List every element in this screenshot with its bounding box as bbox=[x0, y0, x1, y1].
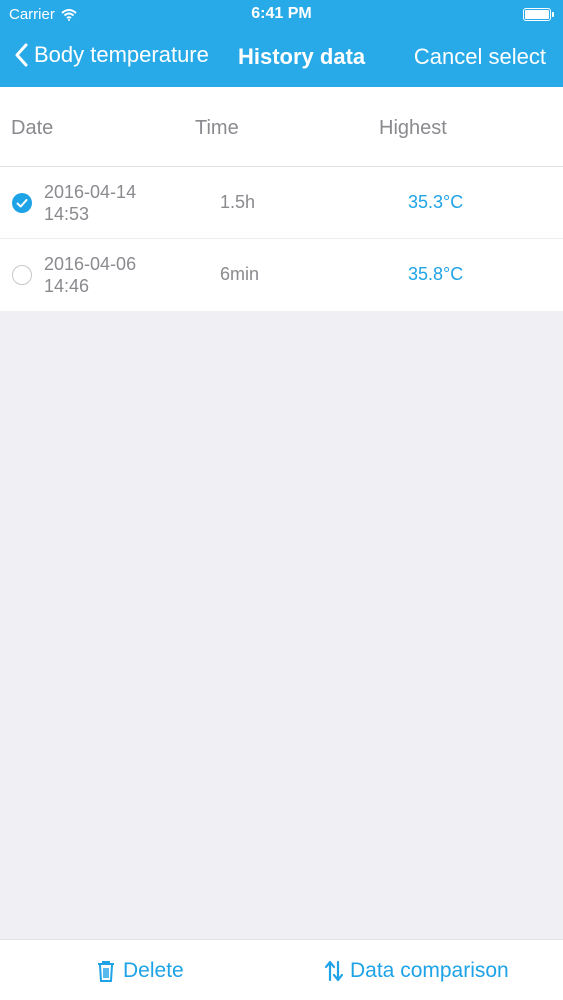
table-row[interactable]: 2016-04-06 14:46 6min 35.8°C bbox=[0, 239, 563, 311]
row-datetime: 2016-04-14 14:53 bbox=[44, 181, 136, 225]
row-highest: 35.8°C bbox=[408, 264, 464, 284]
checkbox-unchecked-icon[interactable] bbox=[12, 265, 32, 285]
cancel-select-button[interactable]: Cancel select bbox=[414, 44, 546, 70]
trash-icon bbox=[98, 961, 114, 982]
status-bar: Carrier 6:41 PM bbox=[0, 0, 563, 28]
chevron-left-icon bbox=[15, 43, 28, 67]
table-row[interactable]: 2016-04-14 14:53 1.5h 35.3°C bbox=[0, 167, 563, 239]
data-comparison-label: Data comparison bbox=[350, 959, 509, 982]
page-title: History data bbox=[238, 44, 366, 69]
checkbox-checked-icon[interactable] bbox=[12, 193, 32, 213]
back-button[interactable]: Body temperature bbox=[14, 42, 209, 68]
checkmark-icon bbox=[16, 199, 28, 208]
data-comparison-button[interactable]: Data comparison bbox=[325, 959, 509, 983]
header-highest: Highest bbox=[379, 117, 447, 139]
row-clock: 14:53 bbox=[44, 204, 90, 224]
back-label: Body temperature bbox=[34, 42, 209, 67]
header-date: Date bbox=[11, 117, 54, 139]
row-duration: 1.5h bbox=[220, 192, 256, 212]
history-table: Date Time Highest 2016-04-14 14:53 1.5h … bbox=[0, 87, 563, 311]
status-time: 6:41 PM bbox=[251, 5, 312, 22]
row-duration: 6min bbox=[220, 264, 260, 284]
top-bar: Carrier 6:41 PM Body temperature History… bbox=[0, 0, 563, 87]
battery-icon bbox=[523, 8, 554, 21]
navigation-bar: Body temperature History data Cancel sel… bbox=[0, 28, 563, 87]
row-datetime: 2016-04-06 14:46 bbox=[44, 253, 136, 297]
header-time: Time bbox=[195, 117, 239, 139]
delete-button[interactable]: Delete bbox=[96, 959, 184, 983]
bottom-toolbar: Delete Data comparison bbox=[0, 939, 563, 1000]
row-date: 2016-04-06 bbox=[44, 254, 137, 274]
table-header: Date Time Highest bbox=[0, 87, 563, 167]
row-date: 2016-04-14 bbox=[44, 182, 137, 202]
swap-arrows-icon bbox=[325, 960, 343, 982]
row-clock: 14:46 bbox=[44, 276, 90, 296]
row-highest: 35.3°C bbox=[408, 192, 464, 212]
delete-label: Delete bbox=[123, 959, 184, 982]
